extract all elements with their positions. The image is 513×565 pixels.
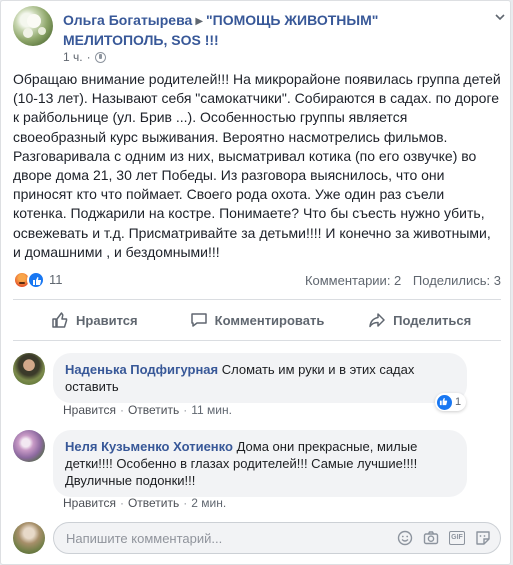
author-name[interactable]: Ольга Богатырева [63,12,192,28]
post-time[interactable]: 1 ч. [63,50,83,64]
avatar[interactable] [13,353,45,385]
reaction-count: 11 [49,272,63,287]
comment-bubble: Неля Кузьменко Хотиенко Дома они прекрас… [53,430,467,497]
globe-icon [94,51,106,63]
comment-time[interactable]: 2 мин. [191,496,226,510]
comment-author[interactable]: Наденька Подфигурная [65,362,218,377]
like-reaction-icon [437,394,452,410]
comment-reply-link[interactable]: Ответить [128,403,179,417]
shares-count[interactable]: Поделились: 3 [413,273,501,288]
sticker-icon[interactable] [475,530,491,546]
author-line: Ольга Богатырева ▶ "ПОМОЩЬ ЖИВОТНЫМ" МЕЛИТ… [63,11,483,49]
gif-icon[interactable]: GIF [449,530,465,546]
post-meta: 1 ч. · [63,50,106,64]
smiley-icon[interactable] [397,530,413,546]
author-avatar[interactable] [13,6,53,46]
post-text: Обращаю внимание родителей!!! На микрора… [13,71,501,260]
post-card: Ольга Богатырева ▶ "ПОМОЩЬ ЖИВОТНЫМ" МЕЛИТ… [0,0,511,565]
comment-time[interactable]: 11 мин. [191,403,232,417]
composer-icons: GIF [397,530,491,546]
share-arrow-icon [369,313,385,328]
share-label: Поделиться [393,312,472,328]
like-reaction-icon [27,271,45,289]
avatar[interactable] [13,430,45,462]
camera-icon[interactable] [423,530,439,546]
comment-author[interactable]: Неля Кузьменко Хотиенко [65,439,233,454]
chevron-down-icon[interactable] [495,12,505,22]
reaction-summary[interactable]: 11 [13,271,63,289]
comment-label: Комментировать [214,312,325,328]
comments-count[interactable]: Комментарии: 2 [305,273,401,288]
thumbs-up-icon [52,312,68,328]
comment-item: Неля Кузьменко Хотиенко Дома они прекрас… [13,430,501,512]
comment-like-count[interactable]: 1 [435,393,467,411]
share-button[interactable]: Поделиться [338,304,501,336]
speech-bubble-icon [190,313,207,327]
comment-meta: Нравится · Ответить · 2 мин. [63,496,227,510]
comment-meta: Нравится · Ответить · 11 мин. [63,403,232,417]
reactions-bar: 11 Комментарии: 2 Поделились: 3 [13,271,501,293]
post-counts: Комментарии: 2 Поделились: 3 [297,273,501,288]
comment-like-link[interactable]: Нравится [63,496,116,510]
like-button[interactable]: Нравится [13,304,176,336]
comment-reply-link[interactable]: Ответить [128,496,179,510]
comment-button[interactable]: Комментировать [176,304,339,336]
comment-like-number: 1 [455,396,462,408]
avatar [13,522,45,554]
post-header: Ольга Богатырева ▶ "ПОМОЩЬ ЖИВОТНЫМ" МЕЛИТ… [13,6,505,66]
comment-composer: GIF [13,521,501,555]
like-label: Нравится [76,312,138,328]
comment-bubble: Наденька Подфигурная Сломать им руки и в… [53,353,467,403]
comment-like-link[interactable]: Нравится [63,403,116,417]
divider [13,340,501,341]
comment-item: Наденька Подфигурная Сломать им руки и в… [13,353,501,419]
divider [13,299,501,300]
caret-right-icon: ▶ [195,16,204,27]
post-actions: Нравится Комментировать Поделиться [13,304,501,336]
